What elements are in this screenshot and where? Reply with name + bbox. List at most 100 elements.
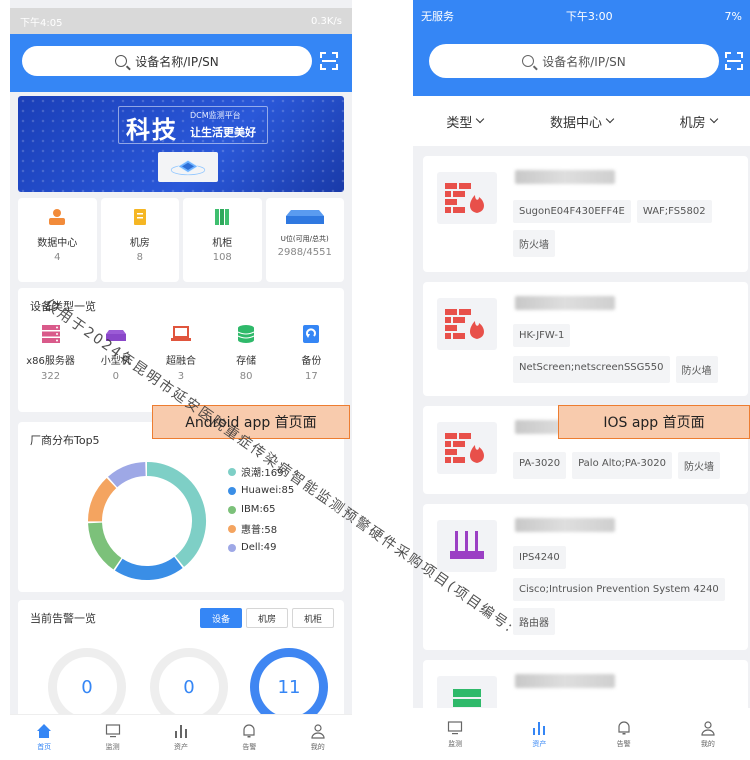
device-tag: HK-JFW-1 bbox=[513, 324, 571, 347]
firewall-icon bbox=[437, 172, 497, 224]
search-input[interactable]: 设备名称/IP/SN bbox=[429, 44, 719, 78]
monitor-icon bbox=[448, 720, 463, 734]
filter-bar: 类型 数据中心 机房 bbox=[413, 96, 750, 146]
redacted-name bbox=[515, 170, 615, 184]
search-input[interactable]: 设备名称/IP/SN bbox=[22, 46, 312, 76]
device-tag: 防火墙 bbox=[513, 230, 555, 257]
type-value: 322 bbox=[41, 371, 61, 382]
chart-title: 厂商分布Top5 bbox=[30, 434, 100, 447]
tab-room[interactable]: 机房 bbox=[246, 608, 288, 628]
type-value: 3 bbox=[177, 371, 185, 382]
router-icon bbox=[437, 520, 497, 572]
server-icon bbox=[41, 325, 60, 343]
nav-label: 监测 bbox=[105, 743, 120, 751]
chevron-down-icon bbox=[476, 114, 485, 124]
bar-chart-icon bbox=[533, 721, 546, 735]
device-tag: IPS4240 bbox=[513, 546, 566, 569]
device-tag: Palo Alto;PA-3020 bbox=[572, 452, 672, 479]
tab-device[interactable]: 设备 bbox=[200, 608, 242, 628]
nav-asset[interactable]: 资产 bbox=[156, 723, 206, 752]
legend-dot bbox=[228, 467, 236, 476]
user-icon bbox=[311, 724, 325, 739]
nav-alarm[interactable]: 告警 bbox=[224, 723, 274, 752]
device-card[interactable]: SugonE04F430EFF4E WAF;FS5802 防火墙 bbox=[423, 156, 748, 272]
nav-asset[interactable]: 资产 bbox=[514, 720, 564, 749]
chevron-down-icon bbox=[709, 114, 718, 124]
status-time: 下午4:05 bbox=[20, 17, 63, 29]
nav-monitor[interactable]: 监测 bbox=[430, 720, 480, 749]
status-time: 下午3:00 bbox=[565, 10, 613, 23]
nav-alarm[interactable]: 告警 bbox=[599, 720, 649, 749]
stat-label: 机柜 bbox=[212, 238, 233, 249]
vendor-donut-chart bbox=[88, 462, 206, 580]
android-status-bar: 下午4:05 0.3K/s bbox=[10, 8, 352, 34]
nav-me[interactable]: 我的 bbox=[683, 720, 733, 749]
stat-u-position[interactable]: U位(可用/总共) 2988/4551 bbox=[265, 198, 344, 282]
stat-cabinet[interactable]: 机柜 108 bbox=[183, 198, 262, 282]
device-tag: 路由器 bbox=[513, 608, 555, 635]
type-label: 备份 bbox=[301, 356, 322, 367]
android-screen: 下午4:05 0.3K/s 设备名称/IP/SN 科技 DCM监测平台 让生活更… bbox=[10, 0, 352, 760]
stat-label: U位(可用/总共) bbox=[280, 235, 329, 243]
banner-sub2: 让生活更美好 bbox=[190, 126, 256, 139]
legend-item: Dell:49 bbox=[228, 538, 294, 557]
pie-slice-3[interactable] bbox=[88, 477, 117, 522]
stat-room[interactable]: 机房 8 bbox=[100, 198, 179, 282]
filter-room[interactable]: 机房 bbox=[680, 112, 718, 131]
pie-slice-0[interactable] bbox=[146, 462, 206, 567]
legend-item: Huawei:85 bbox=[228, 481, 294, 500]
bell-icon bbox=[618, 720, 630, 734]
ios-callout: IOS app 首页面 bbox=[558, 405, 750, 439]
type-value: 17 bbox=[304, 371, 318, 382]
alarm-panel: 当前告警一览 设备 机房 机柜 0 0 11 bbox=[18, 600, 344, 726]
stat-label: 机房 bbox=[129, 238, 150, 249]
device-tag: NetScreen;netscreenSSG550 bbox=[513, 356, 670, 383]
device-tag: PA-3020 bbox=[513, 452, 567, 479]
bar-chart-icon bbox=[174, 725, 187, 738]
section-title: 当前告警一览 bbox=[30, 612, 96, 625]
filter-type[interactable]: 类型 bbox=[446, 112, 485, 131]
legend-item: 惠普:58 bbox=[228, 519, 294, 538]
type-backup[interactable]: 备份 17 bbox=[281, 324, 341, 382]
bell-icon bbox=[243, 724, 255, 738]
laptop-icon bbox=[170, 326, 191, 341]
alarm-tabs: 设备 机房 机柜 bbox=[200, 608, 334, 628]
nav-me[interactable]: 我的 bbox=[293, 723, 343, 752]
device-card[interactable]: HK-JFW-1 NetScreen;netscreenSSG550 防火墙 bbox=[423, 282, 748, 396]
redacted-name bbox=[515, 518, 615, 532]
scan-icon[interactable] bbox=[320, 52, 338, 70]
scan-icon[interactable] bbox=[725, 52, 743, 70]
backup-icon bbox=[303, 325, 320, 343]
cabinet-icon bbox=[215, 209, 230, 225]
device-tag: SugonE04F430EFF4E bbox=[513, 200, 631, 223]
pie-slice-2[interactable] bbox=[88, 522, 122, 570]
legend-label: IBM:65 bbox=[241, 504, 276, 515]
filter-label: 类型 bbox=[446, 115, 473, 131]
stat-label: 数据中心 bbox=[37, 238, 78, 249]
search-placeholder: 设备名称/IP/SN bbox=[135, 54, 219, 69]
nav-monitor[interactable]: 监测 bbox=[88, 723, 138, 752]
status-network: 0.3K/s bbox=[310, 15, 342, 27]
stat-datacenter[interactable]: 数据中心 4 bbox=[18, 198, 97, 282]
tab-cabinet[interactable]: 机柜 bbox=[292, 608, 334, 628]
device-tag: 防火墙 bbox=[677, 452, 720, 479]
chevron-down-icon bbox=[605, 114, 615, 124]
android-bottom-nav: 首页 监测 资产 告警 我的 bbox=[10, 714, 352, 760]
filter-datacenter[interactable]: 数据中心 bbox=[550, 112, 615, 131]
legend-dot bbox=[228, 524, 236, 533]
ios-bottom-nav: 监测 资产 告警 我的 bbox=[413, 708, 750, 760]
banner[interactable]: 科技 DCM监测平台 让生活更美好 bbox=[18, 96, 344, 192]
type-storage[interactable]: 存储 80 bbox=[216, 324, 276, 382]
nav-label: 资产 bbox=[173, 743, 188, 751]
nav-home[interactable]: 首页 bbox=[19, 723, 69, 752]
search-icon bbox=[522, 55, 535, 67]
ios-screen: 无服务 下午3:00 7% 设备名称/IP/SN 类型 数据中心 机房 Sugo… bbox=[413, 0, 750, 760]
legend-label: Dell:49 bbox=[241, 542, 277, 553]
pie-slice-1[interactable] bbox=[114, 556, 183, 580]
status-carrier: 无服务 bbox=[421, 10, 454, 23]
device-tag: 防火墙 bbox=[675, 356, 718, 383]
device-card[interactable]: IPS4240 Cisco;Intrusion Prevention Syste… bbox=[423, 504, 748, 650]
banner-title: 科技 bbox=[126, 116, 178, 144]
legend-label: Huawei:85 bbox=[241, 485, 295, 496]
pie-slice-4[interactable] bbox=[107, 462, 147, 488]
